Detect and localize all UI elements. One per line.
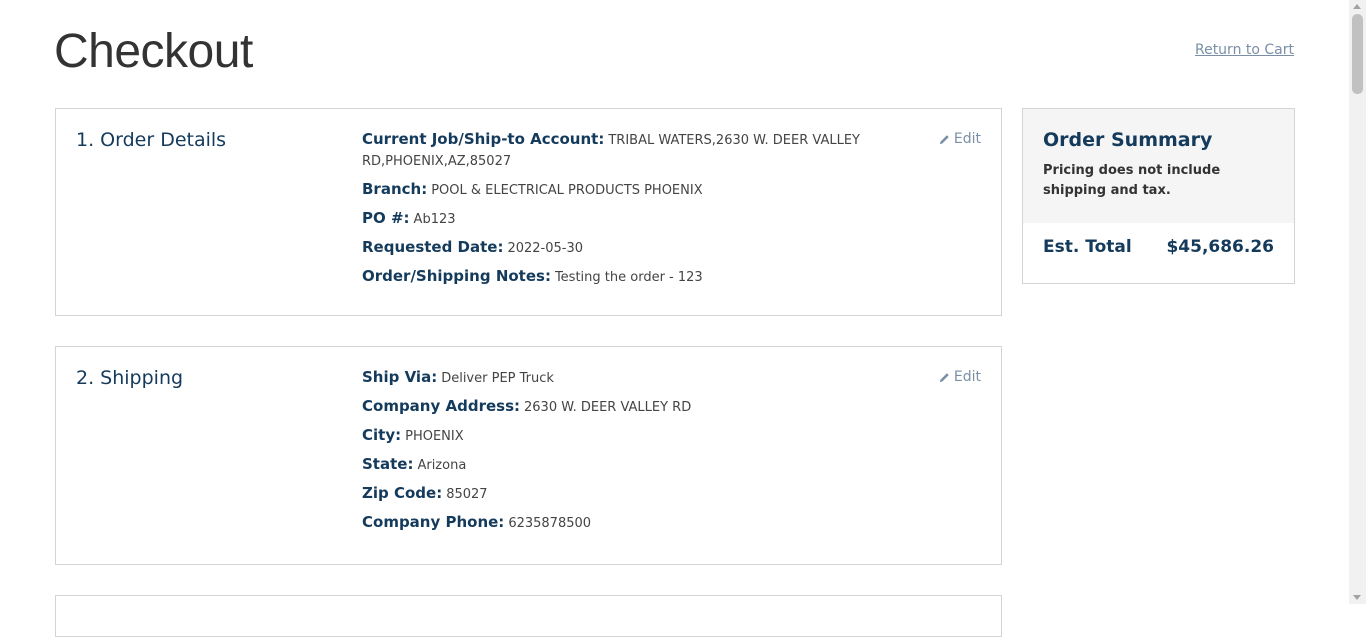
order-summary-panel: Order Summary Pricing does not include s… <box>1022 108 1295 284</box>
order-details-card: 1. Order Details Edit Current Job/Ship-t… <box>55 108 1002 316</box>
order-details-fields: Current Job/Ship-to Account: TRIBAL WATER… <box>362 129 862 295</box>
scroll-up-arrow-icon[interactable] <box>1353 4 1361 9</box>
return-to-cart-link[interactable]: Return to Cart <box>1195 42 1294 58</box>
page-title: Checkout <box>54 25 253 78</box>
field-value: 2022-05-30 <box>507 241 584 256</box>
estimated-total-value: $45,686.26 <box>1166 237 1274 257</box>
estimated-total-row: Est. Total $45,686.26 <box>1023 223 1294 257</box>
order-details-heading: 1. Order Details <box>76 129 227 151</box>
shipping-edit-button[interactable]: Edit <box>939 369 981 385</box>
edit-label: Edit <box>953 369 981 385</box>
field-value: Ab123 <box>413 212 456 227</box>
field-label: Branch: <box>362 180 428 198</box>
estimated-total-label: Est. Total <box>1043 237 1132 257</box>
field-ship-to-account: Current Job/Ship-to Account: TRIBAL WATER… <box>362 129 862 172</box>
field-company-address: Company Address: 2630 W. DEER VALLEY RD <box>362 396 862 418</box>
field-label: Company Address: <box>362 397 520 415</box>
order-summary-header: Order Summary Pricing does not include s… <box>1023 109 1294 223</box>
field-order-notes: Order/Shipping Notes: Testing the order -… <box>362 266 862 288</box>
field-requested-date: Requested Date: 2022-05-30 <box>362 237 862 259</box>
field-label: State: <box>362 455 414 473</box>
field-po-number: PO #: Ab123 <box>362 208 862 230</box>
field-ship-via: Ship Via: Deliver PEP Truck <box>362 367 862 389</box>
field-value: 6235878500 <box>508 516 592 531</box>
pricing-note: Pricing does not include shipping and ta… <box>1043 163 1221 198</box>
field-label: City: <box>362 426 402 444</box>
shipping-card: 2. Shipping Edit Ship Via: Deliver PEP Tr… <box>55 346 1002 565</box>
field-value: 85027 <box>446 487 488 502</box>
field-city: City: PHOENIX <box>362 425 862 447</box>
field-label: Current Job/Ship-to Account: <box>362 130 605 148</box>
field-value: POOL & ELECTRICAL PRODUCTS PHOENIX <box>431 183 703 198</box>
order-details-edit-button[interactable]: Edit <box>939 131 981 147</box>
field-branch: Branch: POOL & ELECTRICAL PRODUCTS PHOENI… <box>362 179 862 201</box>
field-value: Deliver PEP Truck <box>441 371 554 386</box>
shipping-heading: 2. Shipping <box>76 367 184 389</box>
field-value: Arizona <box>417 458 467 473</box>
field-label: Requested Date: <box>362 238 504 256</box>
field-zip-code: Zip Code: 85027 <box>362 483 862 505</box>
edit-label: Edit <box>953 131 981 147</box>
field-label: Ship Via: <box>362 368 438 386</box>
field-company-phone: Company Phone: 6235878500 <box>362 512 862 534</box>
field-state: State: Arizona <box>362 454 862 476</box>
order-summary-title: Order Summary <box>1043 129 1213 151</box>
field-label: Zip Code: <box>362 484 443 502</box>
scroll-down-arrow-icon[interactable] <box>1353 595 1361 600</box>
page-scrollbar[interactable] <box>1349 0 1366 604</box>
field-value: 2630 W. DEER VALLEY RD <box>524 400 692 415</box>
field-label: PO #: <box>362 209 410 227</box>
field-label: Order/Shipping Notes: <box>362 267 551 285</box>
field-value: Testing the order - 123 <box>554 270 703 285</box>
field-value: PHOENIX <box>405 429 464 444</box>
next-section-card <box>55 595 1002 637</box>
field-label: Company Phone: <box>362 513 505 531</box>
pencil-icon <box>939 134 949 144</box>
shipping-fields: Ship Via: Deliver PEP Truck Company Addre… <box>362 367 862 541</box>
scrollbar-thumb[interactable] <box>1352 14 1363 94</box>
pencil-icon <box>939 372 949 382</box>
